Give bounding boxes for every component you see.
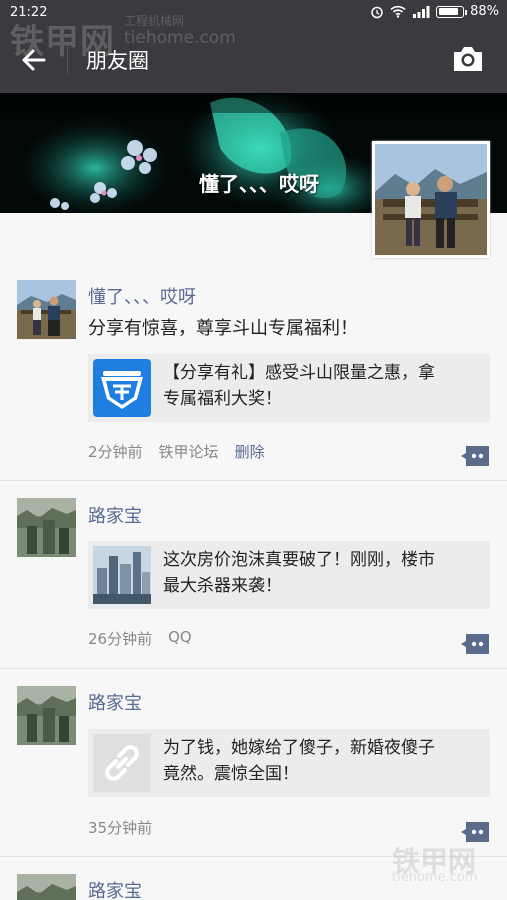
signal-icon bbox=[413, 5, 430, 18]
alarm-icon bbox=[371, 6, 383, 18]
post-time: 26分钟前 bbox=[88, 630, 153, 648]
app-header: 朋友圈 bbox=[0, 26, 507, 93]
profile-avatar-image bbox=[375, 144, 487, 255]
status-bar: 21:22 88% bbox=[0, 0, 507, 26]
post-meta: 26分钟前 QQ bbox=[88, 628, 192, 649]
comment-icon[interactable] bbox=[460, 821, 491, 843]
link-thumbnail bbox=[93, 734, 151, 792]
delete-button[interactable]: 删除 bbox=[235, 441, 265, 462]
post-source[interactable]: QQ bbox=[168, 628, 192, 649]
link-title: 为了钱，她嫁给了傻子，新婚夜傻子 竟然。震惊全国！ bbox=[163, 735, 480, 787]
link-title: 【分享有礼】感受斗山限量之惠，拿 专属福利大奖！ bbox=[163, 360, 480, 412]
comment-icon[interactable] bbox=[460, 445, 491, 467]
post-author[interactable]: 路家宝 bbox=[88, 877, 142, 900]
cover-username: 懂了、、、哎呀 bbox=[199, 172, 319, 196]
post-author[interactable]: 路家宝 bbox=[88, 689, 142, 715]
battery-icon bbox=[436, 5, 468, 18]
feed-post: 懂了、、、哎呀 分享有惊喜，尊享斗山专属福利！ 【分享有礼】感受斗山限量之惠，拿… bbox=[0, 263, 507, 481]
link-title-line: 竟然。震惊全国！ bbox=[163, 764, 299, 784]
page-title: 朋友圈 bbox=[86, 49, 149, 73]
shared-link-card[interactable]: 【分享有礼】感受斗山限量之惠，拿 专属福利大奖！ bbox=[88, 354, 490, 422]
avatar-image bbox=[17, 686, 76, 745]
camera-icon[interactable] bbox=[451, 44, 485, 74]
link-title-line: 专属福利大奖！ bbox=[163, 389, 282, 409]
city-image-icon bbox=[93, 546, 151, 604]
avatar[interactable] bbox=[17, 498, 76, 557]
post-author[interactable]: 路家宝 bbox=[88, 502, 142, 528]
post-author[interactable]: 懂了、、、哎呀 bbox=[88, 283, 196, 309]
status-time: 21:22 bbox=[10, 5, 48, 20]
link-icon bbox=[105, 745, 139, 781]
post-meta: 35分钟前 bbox=[88, 817, 152, 838]
avatar[interactable] bbox=[17, 686, 76, 745]
post-time: 35分钟前 bbox=[88, 819, 153, 837]
feed-post: 路家宝 为了钱，她嫁给了傻子，新婚夜傻子 竟然。震惊全国！ 35分钟前 bbox=[0, 669, 507, 857]
link-title: 这次房价泡沫真要破了！刚刚，楼市 最大杀器来袭！ bbox=[163, 547, 480, 599]
feed-post: 路家宝 这次房价泡沫真要破了！刚刚，楼市 最大杀器来袭！ 26分钟前 QQ bbox=[0, 481, 507, 669]
post-time: 2分钟前 bbox=[88, 443, 143, 461]
avatar-image bbox=[17, 874, 76, 900]
link-thumbnail bbox=[93, 359, 151, 417]
link-thumbnail bbox=[93, 546, 151, 604]
avatar[interactable] bbox=[17, 874, 76, 900]
tiejia-logo-icon bbox=[93, 359, 151, 417]
avatar-image bbox=[17, 498, 76, 557]
battery-percent: 88% bbox=[470, 4, 499, 19]
wifi-icon bbox=[390, 5, 406, 18]
comment-icon[interactable] bbox=[460, 633, 491, 655]
avatar-image bbox=[17, 280, 76, 339]
shared-link-card[interactable]: 为了钱，她嫁给了傻子，新婚夜傻子 竟然。震惊全国！ bbox=[88, 729, 490, 797]
post-source[interactable]: 铁甲论坛 bbox=[159, 441, 219, 462]
link-title-line: 为了钱，她嫁给了傻子，新婚夜傻子 bbox=[163, 738, 435, 758]
status-icons: 88% bbox=[370, 4, 499, 19]
post-text: 分享有惊喜，尊享斗山专属福利！ bbox=[88, 318, 358, 339]
back-arrow-icon[interactable] bbox=[18, 44, 50, 76]
link-title-line: 这次房价泡沫真要破了！刚刚，楼市 bbox=[163, 550, 435, 570]
shared-link-card[interactable]: 这次房价泡沫真要破了！刚刚，楼市 最大杀器来袭！ bbox=[88, 541, 490, 609]
profile-avatar[interactable] bbox=[372, 141, 490, 258]
feed-post: 路家宝 bbox=[0, 857, 507, 900]
link-title-line: 【分享有礼】感受斗山限量之惠，拿 bbox=[163, 363, 435, 383]
avatar[interactable] bbox=[17, 280, 76, 339]
post-meta: 2分钟前 铁甲论坛 删除 bbox=[88, 441, 265, 462]
link-title-line: 最大杀器来袭！ bbox=[163, 576, 282, 596]
header-divider bbox=[67, 46, 68, 74]
